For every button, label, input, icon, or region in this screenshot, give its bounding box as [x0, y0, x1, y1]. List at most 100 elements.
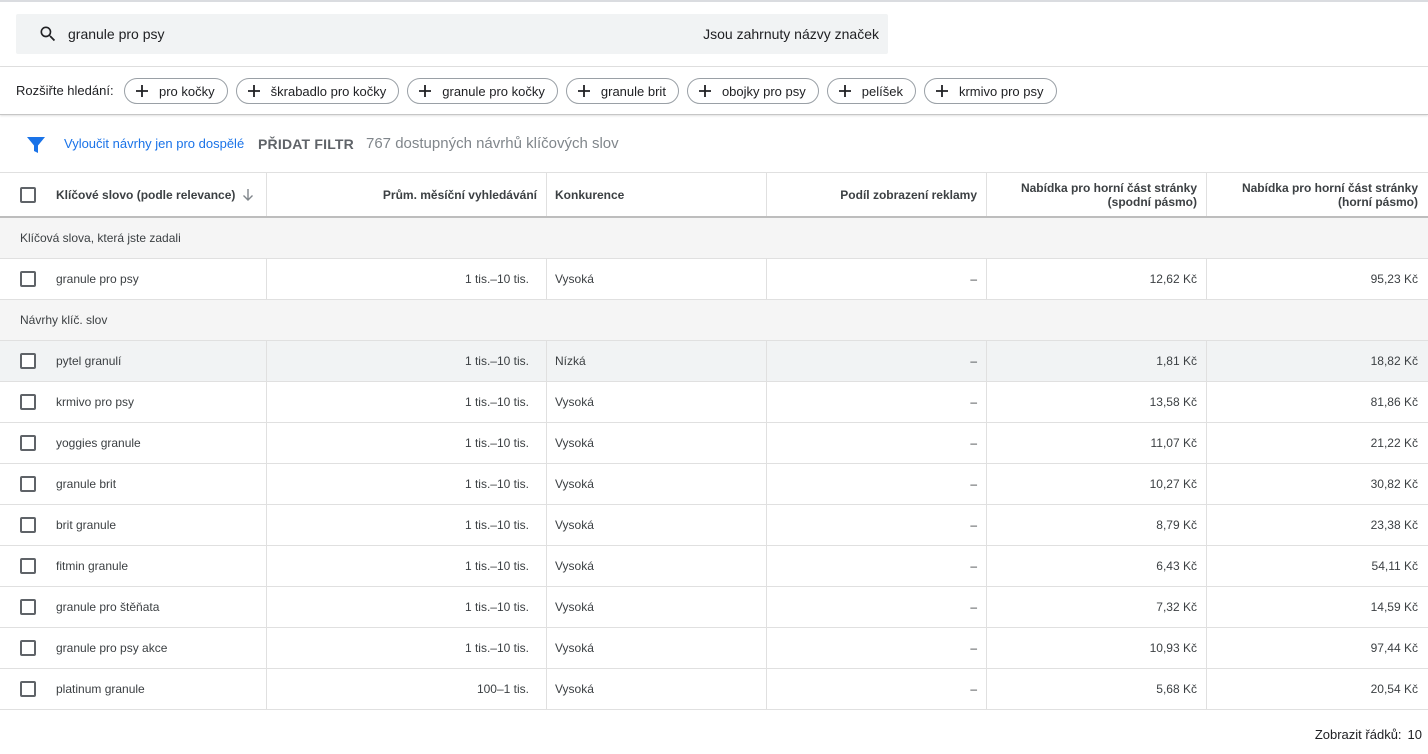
search-input[interactable]: granule pro psy — [68, 26, 165, 42]
competition-cell: Vysoká — [547, 628, 767, 668]
competition-cell: Nízká — [547, 341, 767, 381]
row-checkbox[interactable] — [20, 599, 36, 615]
header-bid-low[interactable]: Nabídka pro horní část stránky (spodní p… — [987, 173, 1207, 216]
header-avg-searches[interactable]: Prům. měsíční vyhledávání — [267, 173, 547, 216]
keyword-cell: granule pro psy akce — [0, 628, 267, 668]
table-row[interactable]: granule pro štěňata 1 tis.–10 tis. Vysok… — [0, 587, 1428, 628]
table-row[interactable]: yoggies granule 1 tis.–10 tis. Vysoká – … — [0, 423, 1428, 464]
header-keyword-label: Klíčové slovo (podle relevance) — [56, 187, 236, 202]
chip-granule-brit[interactable]: granule brit — [565, 78, 679, 104]
avg-searches-cell: 1 tis.–10 tis. — [267, 259, 547, 299]
keyword-text: granule pro štěňata — [56, 600, 160, 614]
chip-granule-pro-kocky[interactable]: granule pro kočky — [407, 78, 558, 104]
keyword-ideas-table: Klíčové slovo (podle relevance) Prům. mě… — [0, 172, 1428, 710]
competition-cell: Vysoká — [547, 546, 767, 586]
chip-label: škrabadlo pro kočky — [270, 83, 387, 99]
pagination-footer: Zobrazit řádků: 10 — [1315, 727, 1422, 742]
suggestion-chips: pro kočky škrabadlo pro kočky granule pr… — [124, 78, 1057, 104]
keyword-cell: yoggies granule — [0, 423, 267, 463]
bid-low-cell: 10,93 Kč — [987, 628, 1207, 668]
chip-pelisek[interactable]: pelíšek — [826, 78, 916, 104]
row-checkbox[interactable] — [20, 435, 36, 451]
avg-searches-cell: 100–1 tis. — [267, 669, 547, 709]
keyword-text: granule brit — [56, 477, 117, 491]
impression-share-cell: – — [767, 669, 987, 709]
competition-cell: Vysoká — [547, 587, 767, 627]
table-row[interactable]: granule brit 1 tis.–10 tis. Vysoká – 10,… — [0, 464, 1428, 505]
impression-share-cell: – — [767, 546, 987, 586]
broaden-search-row: Rozšiřte hledání: pro kočky škrabadlo pr… — [0, 67, 1428, 115]
row-checkbox[interactable] — [20, 353, 36, 369]
row-checkbox[interactable] — [20, 517, 36, 533]
keyword-text: yoggies granule — [56, 436, 141, 450]
chip-skrabadlo-pro-kocky[interactable]: škrabadlo pro kočky — [235, 78, 400, 104]
row-checkbox[interactable] — [20, 476, 36, 492]
competition-cell: Vysoká — [547, 505, 767, 545]
chip-krmivo-pro-psy[interactable]: krmivo pro psy — [923, 78, 1057, 104]
row-checkbox[interactable] — [20, 640, 36, 656]
bid-high-cell: 21,22 Kč — [1370, 436, 1418, 450]
bid-high-cell: 14,59 Kč — [1370, 600, 1418, 614]
impression-share-cell: – — [767, 341, 987, 381]
impression-share-cell: – — [767, 587, 987, 627]
avg-searches-cell: 1 tis.–10 tis. — [267, 341, 547, 381]
impression-share-cell: – — [767, 464, 987, 504]
row-checkbox[interactable] — [20, 681, 36, 697]
chip-pro-kocky[interactable]: pro kočky — [124, 78, 228, 104]
table-row[interactable]: granule pro psy 1 tis.–10 tis. Vysoká – … — [0, 259, 1428, 300]
group-keyword-ideas: Návrhy klíč. slov — [0, 300, 1428, 341]
filter-row: Vyloučit návrhy jen pro dospělé PŘIDAT F… — [0, 116, 1428, 172]
table-row[interactable]: pytel granulí 1 tis.–10 tis. Nízká – 1,8… — [0, 341, 1428, 382]
brand-names-note[interactable]: Jsou zahrnuty názvy značek — [703, 26, 879, 42]
table-row[interactable]: fitmin granule 1 tis.–10 tis. Vysoká – 6… — [0, 546, 1428, 587]
search-icon — [40, 26, 56, 42]
keyword-cell: granule pro psy — [0, 259, 267, 299]
avg-searches-cell: 1 tis.–10 tis. — [267, 628, 547, 668]
impression-share-cell: – — [767, 628, 987, 668]
rows-per-page-select[interactable]: 10 — [1408, 727, 1422, 742]
plus-icon — [695, 81, 715, 101]
bid-low-cell: 13,58 Kč — [987, 382, 1207, 422]
competition-cell: Vysoká — [547, 464, 767, 504]
table-row[interactable]: brit granule 1 tis.–10 tis. Vysoká – 8,7… — [0, 505, 1428, 546]
exclude-adult-filter[interactable]: Vyloučit návrhy jen pro dospělé — [64, 136, 244, 151]
search-box[interactable]: granule pro psy Jsou zahrnuty názvy znač… — [16, 14, 888, 54]
bid-high-cell: 20,54 Kč — [1370, 682, 1418, 696]
keyword-text: fitmin granule — [56, 559, 129, 573]
add-filter-button[interactable]: PŘIDAT FILTR — [258, 136, 354, 152]
avg-searches-cell: 1 tis.–10 tis. — [267, 423, 547, 463]
table-row[interactable]: platinum granule 100–1 tis. Vysoká – 5,6… — [0, 669, 1428, 710]
header-impression-share[interactable]: Podíl zobrazení reklamy — [767, 173, 987, 216]
header-bid-high[interactable]: Nabídka pro horní část stránky (horní pá… — [1207, 173, 1428, 216]
chip-label: pelíšek — [861, 83, 903, 99]
bid-low-cell: 10,27 Kč — [987, 464, 1207, 504]
keyword-cell: brit granule — [0, 505, 267, 545]
filter-icon[interactable] — [26, 135, 46, 155]
bid-low-cell: 1,81 Kč — [987, 341, 1207, 381]
table-row[interactable]: krmivo pro psy 1 tis.–10 tis. Vysoká – 1… — [0, 382, 1428, 423]
row-checkbox[interactable] — [20, 271, 36, 287]
chip-obojky-pro-psy[interactable]: obojky pro psy — [686, 78, 819, 104]
plus-icon — [415, 81, 435, 101]
chip-label: krmivo pro psy — [958, 83, 1044, 99]
chip-label: granule brit — [600, 83, 666, 99]
table-header: Klíčové slovo (podle relevance) Prům. mě… — [0, 172, 1428, 218]
plus-icon — [835, 81, 855, 101]
avg-searches-cell: 1 tis.–10 tis. — [267, 546, 547, 586]
row-checkbox[interactable] — [20, 558, 36, 574]
select-all-checkbox[interactable] — [20, 186, 36, 203]
competition-cell: Vysoká — [547, 382, 767, 422]
bid-low-cell: 5,68 Kč — [987, 669, 1207, 709]
header-keyword[interactable]: Klíčové slovo (podle relevance) — [0, 173, 267, 216]
arrow-down-icon — [243, 188, 254, 201]
chip-label: granule pro kočky — [442, 83, 545, 99]
row-checkbox[interactable] — [20, 394, 36, 410]
keyword-text: granule pro psy — [56, 272, 139, 286]
plus-icon — [244, 81, 264, 101]
bid-high-cell: 81,86 Kč — [1370, 395, 1418, 409]
bid-high-cell: 95,23 Kč — [1370, 272, 1418, 286]
impression-share-cell: – — [767, 505, 987, 545]
header-competition[interactable]: Konkurence — [547, 173, 767, 216]
table-row[interactable]: granule pro psy akce 1 tis.–10 tis. Vyso… — [0, 628, 1428, 669]
competition-cell: Vysoká — [547, 669, 767, 709]
